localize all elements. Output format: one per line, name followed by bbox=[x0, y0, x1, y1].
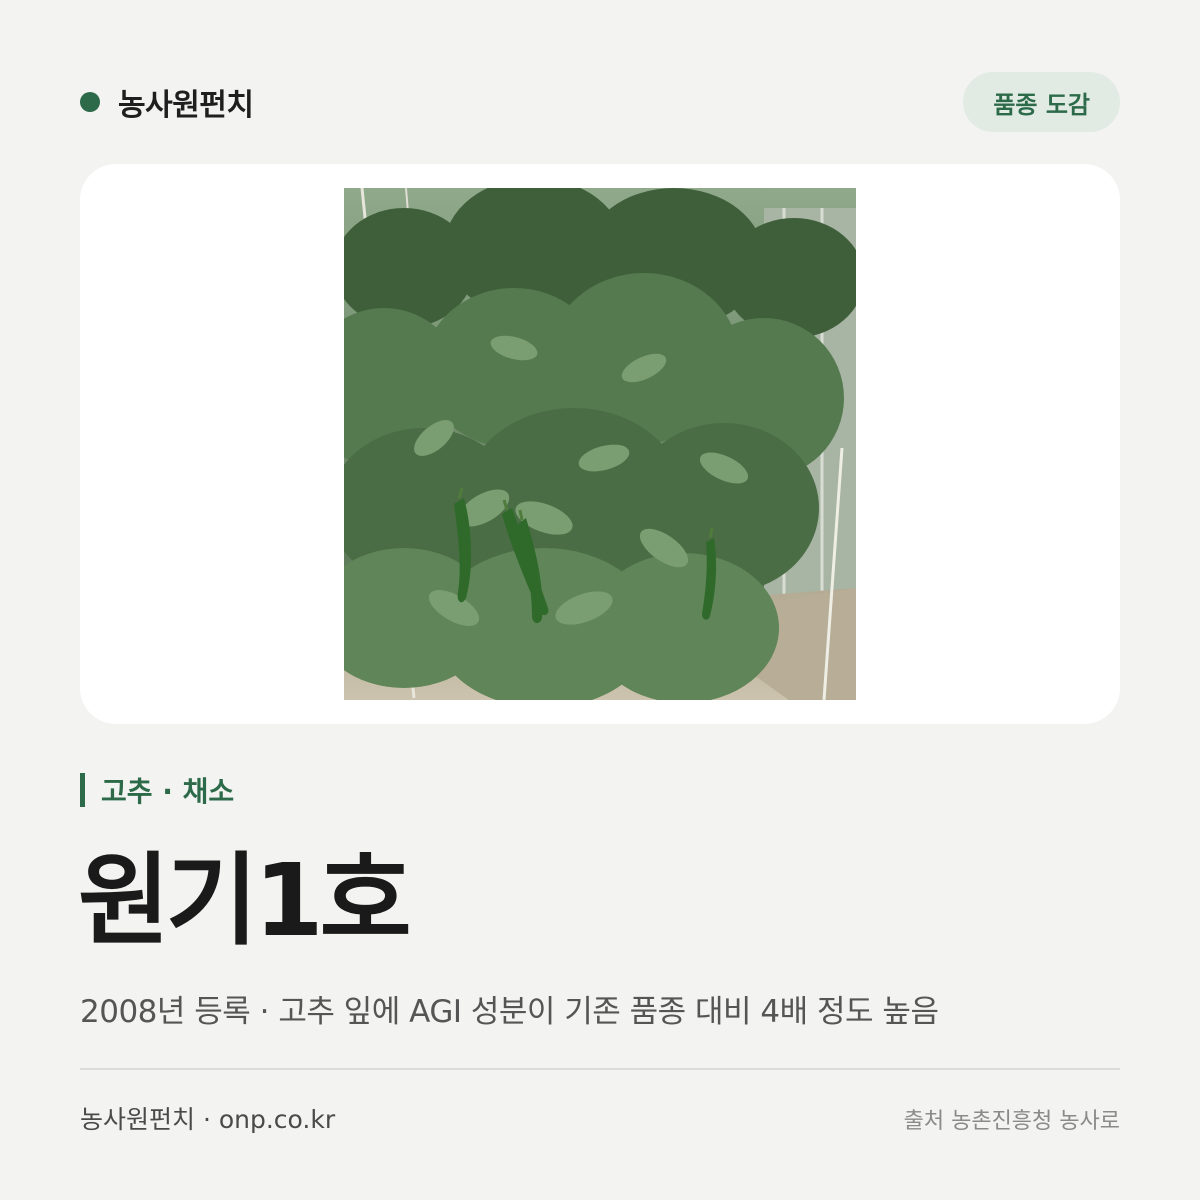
pepper-plant-photo bbox=[344, 188, 856, 700]
category-accent-bar bbox=[80, 773, 85, 807]
brand-name: 농사원펀치 bbox=[118, 88, 254, 123]
category: 고추 · 채소 bbox=[80, 770, 234, 810]
variety-card-page: 농사원펀치 품종 도감 고추 · 채소 원기1호 2008년 등록 · 고추 잎… bbox=[0, 0, 1200, 1200]
variety-name: 원기1호 bbox=[78, 842, 412, 959]
footer-site: 농사원펀치 · onp.co.kr bbox=[80, 1105, 336, 1134]
brand: 농사원펀치 bbox=[80, 72, 254, 132]
footer-source: 출처 농촌진흥청 농사로 bbox=[903, 1109, 1120, 1134]
variety-description: 2008년 등록 · 고추 잎에 AGI 성분이 기존 품종 대비 4배 정도 … bbox=[80, 994, 939, 1030]
header: 농사원펀치 품종 도감 bbox=[80, 72, 1120, 132]
category-badge: 품종 도감 bbox=[963, 72, 1120, 132]
footer-divider bbox=[80, 1068, 1120, 1070]
brand-dot-icon bbox=[80, 92, 100, 112]
category-label: 고추 · 채소 bbox=[101, 775, 235, 808]
photo-card bbox=[80, 164, 1120, 724]
